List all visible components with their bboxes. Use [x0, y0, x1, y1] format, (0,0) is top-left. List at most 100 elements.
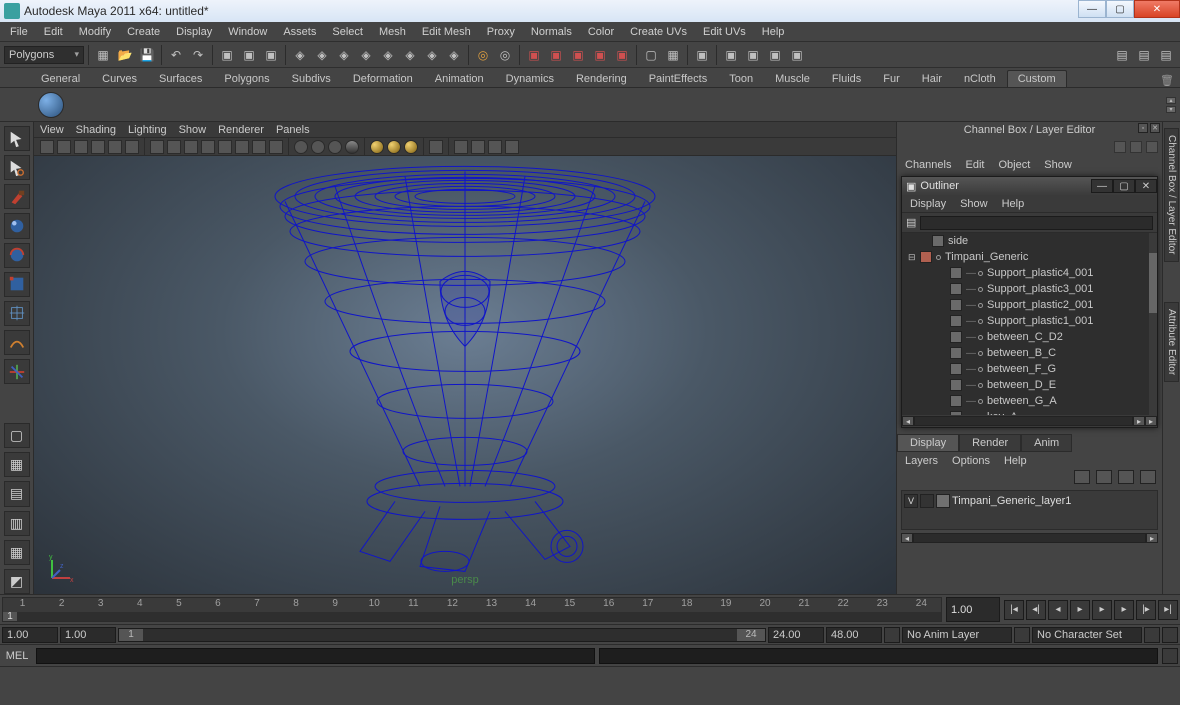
history-off-icon[interactable]: ◎: [495, 45, 515, 65]
vp-wireframe-icon[interactable]: [269, 140, 283, 154]
render-current-icon[interactable]: ▣: [524, 45, 544, 65]
vp-shadows-icon[interactable]: [404, 140, 418, 154]
close-button[interactable]: ✕: [1134, 0, 1180, 18]
outliner-filter-icon[interactable]: ▤: [906, 216, 916, 229]
move-tool[interactable]: [4, 213, 30, 238]
vp-select-camera-icon[interactable]: [40, 140, 54, 154]
go-end-button[interactable]: ▸|: [1158, 600, 1178, 620]
sync-icon[interactable]: [1130, 141, 1142, 153]
vp-grease-pencil-icon[interactable]: [125, 140, 139, 154]
scroll-right-icon[interactable]: ▸: [1133, 416, 1145, 426]
vp-menu-lighting[interactable]: Lighting: [128, 124, 167, 136]
menu-edit-mesh[interactable]: Edit Mesh: [414, 24, 479, 40]
vp-use-all-lights-icon[interactable]: [387, 140, 401, 154]
layer-visibility-toggle[interactable]: V: [904, 494, 918, 508]
layer-move-up-icon[interactable]: [1074, 470, 1090, 484]
shelf-tab-dynamics[interactable]: Dynamics: [495, 70, 565, 87]
select-by-hierarchy-icon[interactable]: ▣: [217, 45, 237, 65]
show-manip-tool[interactable]: [4, 359, 30, 384]
vp-motion-blur-icon[interactable]: [505, 140, 519, 154]
set-key-icon[interactable]: [1144, 627, 1160, 643]
vp-safe-title-icon[interactable]: [252, 140, 266, 154]
snap-view-icon[interactable]: ◈: [400, 45, 420, 65]
vp-safe-action-icon[interactable]: [235, 140, 249, 154]
vp-menu-shading[interactable]: Shading: [76, 124, 116, 136]
command-language-label[interactable]: MEL: [2, 650, 32, 662]
shelf-tab-ncloth[interactable]: nCloth: [953, 70, 1007, 87]
options-icon[interactable]: [1146, 141, 1158, 153]
new-scene-icon[interactable]: ▦: [93, 45, 113, 65]
layer-display-type-toggle[interactable]: [920, 494, 934, 508]
menu-create-uvs[interactable]: Create UVs: [622, 24, 695, 40]
manip-icon[interactable]: [1114, 141, 1126, 153]
ol-menu-show[interactable]: Show: [960, 198, 988, 210]
go-start-button[interactable]: |◂: [1004, 600, 1024, 620]
shelf-tab-deformation[interactable]: Deformation: [342, 70, 424, 87]
range-slider-track[interactable]: 1 24: [118, 628, 766, 642]
layout-two-side-icon[interactable]: ▥: [4, 511, 30, 536]
layer-new-empty-icon[interactable]: [1118, 470, 1134, 484]
layer-hscrollbar[interactable]: ◂ ▸: [901, 532, 1158, 544]
ol-menu-display[interactable]: Display: [910, 198, 946, 210]
select-by-component-icon[interactable]: ▣: [261, 45, 281, 65]
vp-menu-show[interactable]: Show: [179, 124, 207, 136]
channelbox-toggle-icon[interactable]: ▤: [1156, 45, 1176, 65]
vp-lock-camera-icon[interactable]: [57, 140, 71, 154]
ch-menu-channels[interactable]: Channels: [905, 159, 951, 171]
ch-menu-object[interactable]: Object: [998, 159, 1030, 171]
outliner-item[interactable]: —between_B_C: [902, 345, 1157, 361]
menu-edit[interactable]: Edit: [36, 24, 71, 40]
panel-dock-icon[interactable]: ▫: [1138, 123, 1148, 133]
snap-plane-icon[interactable]: ◈: [356, 45, 376, 65]
outliner-item[interactable]: —between_F_G: [902, 361, 1157, 377]
outliner-hscrollbar[interactable]: ◂ ▸ ▸: [902, 415, 1157, 427]
batch-render-icon[interactable]: ▣: [787, 45, 807, 65]
command-input[interactable]: [36, 648, 595, 664]
undo-icon[interactable]: ↶: [166, 45, 186, 65]
ol-menu-help[interactable]: Help: [1002, 198, 1025, 210]
play-forward-button[interactable]: ▸: [1092, 600, 1112, 620]
lasso-tool[interactable]: [4, 155, 30, 180]
menu-mesh[interactable]: Mesh: [371, 24, 414, 40]
collapse-icon[interactable]: ⊟: [908, 252, 918, 263]
layout-two-stacked-icon[interactable]: ▤: [4, 481, 30, 506]
shelf-tab-subdivs[interactable]: Subdivs: [281, 70, 342, 87]
scroll-left-icon[interactable]: ◂: [902, 416, 914, 426]
outliner-item[interactable]: —between_D_E: [902, 377, 1157, 393]
scale-tool[interactable]: [4, 272, 30, 297]
ipr-render-icon[interactable]: ▣: [546, 45, 566, 65]
range-end-field[interactable]: 24.00: [768, 627, 824, 643]
save-scene-icon[interactable]: 💾: [137, 45, 157, 65]
le-menu-help[interactable]: Help: [1004, 455, 1027, 467]
render-view-icon[interactable]: ▣: [612, 45, 632, 65]
tool-settings-toggle-icon[interactable]: ▤: [1134, 45, 1154, 65]
layer-new-selected-icon[interactable]: [1140, 470, 1156, 484]
render-settings-icon[interactable]: ▣: [590, 45, 610, 65]
universal-manip-tool[interactable]: [4, 301, 30, 326]
step-forward-button[interactable]: ▸: [1114, 600, 1134, 620]
menu-window[interactable]: Window: [220, 24, 275, 40]
outliner-minimize-icon[interactable]: —: [1091, 179, 1113, 193]
outliner-item[interactable]: —Support_plastic1_001: [902, 313, 1157, 329]
ch-menu-show[interactable]: Show: [1044, 159, 1072, 171]
scroll-left-icon[interactable]: ◂: [901, 533, 913, 543]
vp-screen-space-ao-icon[interactable]: [488, 140, 502, 154]
outliner-item-root[interactable]: ⊟ Timpani_Generic: [902, 249, 1157, 265]
snap-grid-icon[interactable]: ◈: [290, 45, 310, 65]
layout-single-icon[interactable]: ▢: [4, 423, 30, 448]
menu-modify[interactable]: Modify: [71, 24, 119, 40]
character-set-combo[interactable]: No Character Set: [1032, 627, 1142, 643]
menu-help[interactable]: Help: [754, 24, 793, 40]
vp-textured-icon[interactable]: [345, 140, 359, 154]
vp-use-default-light-icon[interactable]: [370, 140, 384, 154]
vp-menu-renderer[interactable]: Renderer: [218, 124, 264, 136]
shelf-tab-muscle[interactable]: Muscle: [764, 70, 821, 87]
snap-toggle-icon[interactable]: ◈: [422, 45, 442, 65]
shelf-tab-custom[interactable]: Custom: [1007, 70, 1067, 87]
viewport-3d[interactable]: y x z persp: [34, 156, 896, 594]
vp-gate-mask-icon[interactable]: [201, 140, 215, 154]
shelf-tab-fluids[interactable]: Fluids: [821, 70, 872, 87]
outliner-maximize-icon[interactable]: ▢: [1113, 179, 1135, 193]
layer-color-swatch[interactable]: [936, 494, 950, 508]
redo-icon[interactable]: ↷: [188, 45, 208, 65]
